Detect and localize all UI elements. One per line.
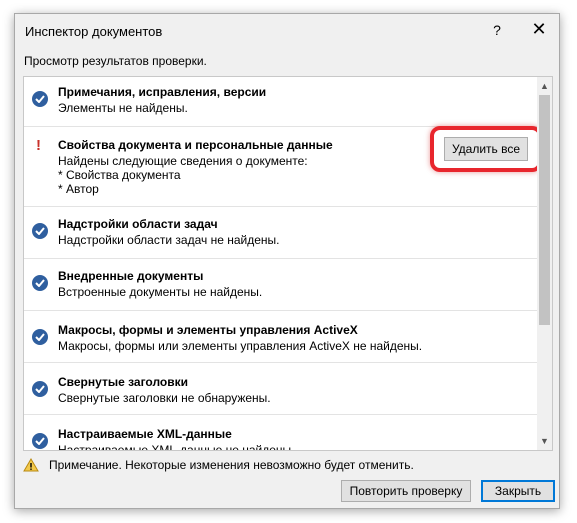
item-title: Макросы, формы и элементы управления Act… (58, 323, 358, 337)
check-circle-icon (32, 91, 48, 107)
exclamation-icon: ! (36, 137, 41, 154)
item-desc-line: * Свойства документа (58, 168, 181, 182)
list-item: Свернутые заголовки Свернутые заголовки … (24, 363, 538, 415)
check-circle-icon (32, 381, 48, 397)
item-desc-line: Найдены следующие сведения о документе: (58, 154, 308, 168)
item-desc: Настраиваемые XML-данные не найдены. (58, 443, 295, 451)
check-circle-icon (32, 329, 48, 345)
vertical-scrollbar[interactable]: ▲ ▼ (537, 77, 552, 450)
help-button[interactable]: ? (490, 22, 504, 38)
list-item: Внедренные документы Встроенные документ… (24, 259, 538, 311)
document-inspector-dialog: Инспектор документов ? ✕ Просмотр резуль… (14, 13, 560, 509)
item-title: Свойства документа и персональные данные (58, 138, 333, 152)
remove-all-button[interactable]: Удалить все (444, 137, 528, 161)
item-desc: Встроенные документы не найдены. (58, 285, 263, 299)
item-title: Примечания, исправления, версии (58, 85, 267, 99)
subtitle: Просмотр результатов проверки. (24, 54, 207, 68)
item-desc: Макросы, формы или элементы управления A… (58, 339, 423, 353)
item-title: Свернутые заголовки (58, 375, 188, 389)
warning-triangle-icon (23, 458, 39, 475)
scroll-thumb[interactable] (539, 95, 550, 325)
list-item: ! Свойства документа и персональные данн… (24, 126, 542, 207)
list-item: Настраиваемые XML-данные Настраиваемые X… (24, 415, 538, 451)
item-desc: Найдены следующие сведения о документе: … (58, 154, 308, 196)
check-circle-icon (32, 433, 48, 449)
list-item: Макросы, формы и элементы управления Act… (24, 311, 538, 363)
item-desc-line: * Автор (58, 182, 99, 196)
results-list: Примечания, исправления, версии Элементы… (23, 76, 553, 451)
check-circle-icon (32, 223, 48, 239)
item-desc: Элементы не найдены. (58, 101, 188, 115)
item-title: Настраиваемые XML-данные (58, 427, 232, 441)
note-text: Примечание. Некоторые изменения невозмож… (49, 458, 414, 472)
list-item: Примечания, исправления, версии Элементы… (24, 77, 538, 127)
title-bar: Инспектор документов ? ✕ (15, 14, 559, 48)
item-title: Внедренные документы (58, 269, 204, 283)
window-title: Инспектор документов (25, 24, 163, 39)
recheck-button[interactable]: Повторить проверку (341, 480, 471, 502)
list-item: Надстройки области задач Надстройки обла… (24, 207, 538, 259)
close-button[interactable]: Закрыть (481, 480, 555, 502)
check-circle-icon (32, 275, 48, 291)
item-desc: Надстройки области задач не найдены. (58, 233, 280, 247)
item-title: Надстройки области задач (58, 217, 218, 231)
item-desc: Свернутые заголовки не обнаружены. (58, 391, 271, 405)
close-icon[interactable]: ✕ (531, 19, 547, 40)
scroll-down-icon[interactable]: ▼ (537, 434, 552, 448)
scroll-up-icon[interactable]: ▲ (537, 79, 552, 93)
